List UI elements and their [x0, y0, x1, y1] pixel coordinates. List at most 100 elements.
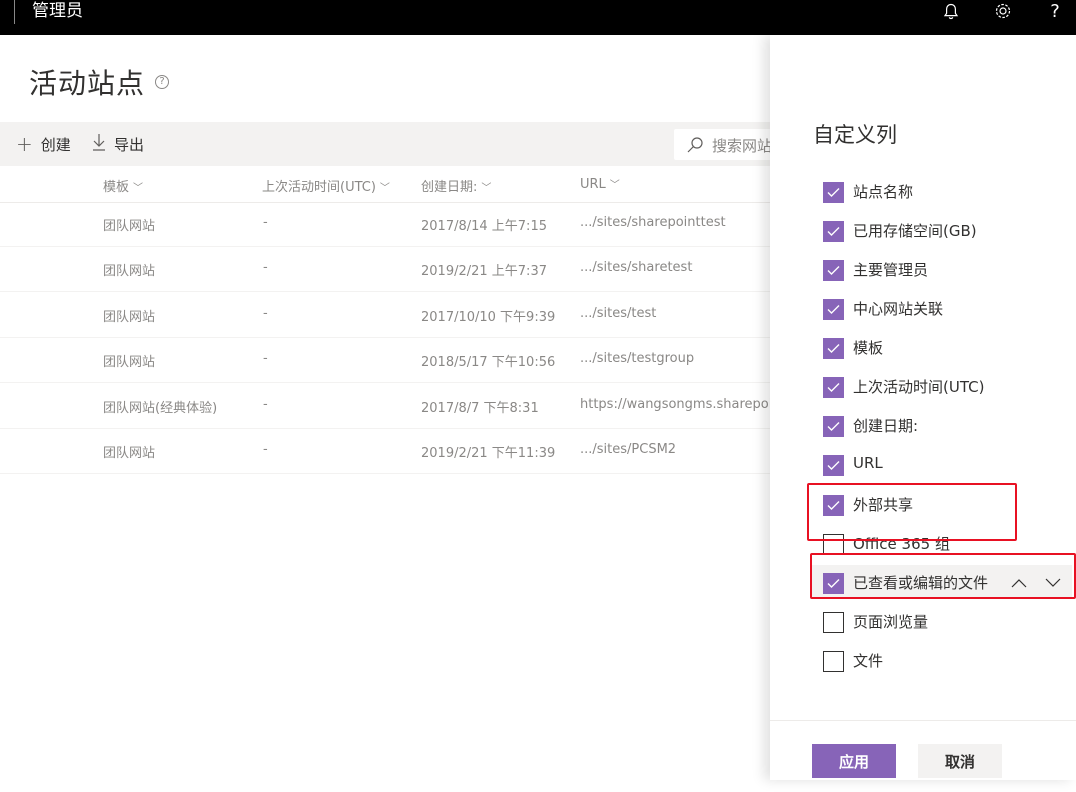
checkbox-checked[interactable]	[823, 221, 844, 242]
column-option[interactable]: 上次活动时间(UTC)	[810, 369, 1070, 403]
app-title: 管理员	[32, 1, 83, 21]
checkmark-icon	[827, 383, 840, 392]
column-option-label: 主要管理员	[853, 261, 929, 279]
column-option[interactable]: 模板	[810, 330, 1070, 364]
download-icon	[92, 132, 106, 156]
checkmark-icon	[827, 344, 840, 353]
export-button[interactable]: 导出	[92, 122, 144, 166]
create-button[interactable]: + 创建	[16, 122, 71, 166]
checkbox-checked[interactable]	[823, 416, 844, 437]
column-option-label: 外部共享	[853, 496, 914, 514]
checkbox-checked[interactable]	[823, 260, 844, 281]
chevron-down-icon: ﹀	[133, 183, 144, 194]
column-option-label: 已查看或编辑的文件	[853, 574, 989, 592]
column-header-template[interactable]: 模板 ﹀	[103, 176, 143, 195]
cell-url: .../sites/test	[580, 306, 657, 321]
search-placeholder: 搜索网站	[712, 137, 773, 155]
checkbox-checked[interactable]	[823, 338, 844, 359]
checkbox-checked[interactable]	[823, 573, 844, 594]
checkbox-unchecked[interactable]	[823, 612, 844, 633]
column-option[interactable]: 外部共享	[810, 487, 1070, 521]
cell-created: 2019/2/21 下午11:39	[421, 446, 556, 461]
checkbox-checked[interactable]	[823, 455, 844, 476]
column-option-label: 页面浏览量	[853, 613, 929, 631]
checkmark-icon	[827, 188, 840, 197]
column-option[interactable]: 页面浏览量	[810, 604, 1070, 638]
command-bar: + 创建 导出	[0, 122, 770, 166]
cell-created: 2017/8/14 上午7:15	[421, 219, 547, 234]
checkbox-checked[interactable]	[823, 182, 844, 203]
checkbox-checked[interactable]	[823, 299, 844, 320]
move-down-icon[interactable]	[1042, 572, 1064, 594]
column-option[interactable]: Office 365 组	[810, 526, 1070, 560]
column-option[interactable]: 已用存储空间(GB)	[810, 213, 1070, 247]
table-row[interactable]: 团队网站 - 2017/8/14 上午7:15 .../sites/sharep…	[0, 202, 770, 247]
cell-template: 团队网站(经典体验)	[103, 401, 218, 416]
cell-last-activity: -	[263, 397, 268, 412]
column-option-label: 上次活动时间(UTC)	[853, 378, 985, 396]
column-option[interactable]: 中心网站关联	[810, 291, 1070, 325]
column-option-label: 中心网站关联	[853, 300, 944, 318]
cell-url: .../sites/sharetest	[580, 260, 693, 275]
gear-icon[interactable]	[988, 0, 1018, 22]
checkmark-icon	[827, 266, 840, 275]
table-row[interactable]: 团队网站(经典体验) - 2017/8/7 下午8:31 https://wan…	[0, 384, 770, 429]
checkbox-unchecked[interactable]	[823, 651, 844, 672]
column-header-created[interactable]: 创建日期: ﹀	[421, 176, 491, 195]
table-row[interactable]: 团队网站 - 2019/2/21 上午7:37 .../sites/sharet…	[0, 247, 770, 292]
table-row[interactable]: 团队网站 - 2019/2/21 下午11:39 .../sites/PCSM2	[0, 429, 770, 474]
cell-template: 团队网站	[103, 310, 156, 325]
cell-created: 2017/8/7 下午8:31	[421, 401, 539, 416]
search-icon	[686, 136, 704, 158]
checkmark-icon	[827, 501, 840, 510]
cell-last-activity: -	[263, 442, 268, 457]
topbar-divider	[14, 0, 15, 24]
column-option-label: 模板	[853, 339, 884, 357]
column-option[interactable]: URL	[810, 447, 1070, 481]
page-title: 活动站点	[29, 67, 146, 100]
bell-icon[interactable]	[936, 0, 966, 22]
checkbox-unchecked[interactable]	[823, 534, 844, 555]
checkbox-checked[interactable]	[823, 495, 844, 516]
cell-url: .../sites/PCSM2	[580, 442, 677, 457]
checkbox-checked[interactable]	[823, 377, 844, 398]
checkmark-icon	[827, 227, 840, 236]
cell-template: 团队网站	[103, 219, 156, 234]
cell-url: .../sites/sharepointtest	[580, 215, 726, 230]
column-option[interactable]: 文件	[810, 643, 1070, 677]
help-icon[interactable]: ?	[1040, 0, 1070, 22]
customize-columns-panel: 自定义列 站点名称 已用存储空间(GB) 主要管理员 中心网站关联 模板 上次活动时间(U…	[770, 35, 1076, 780]
checkmark-icon	[827, 305, 840, 314]
column-option[interactable]: 已查看或编辑的文件	[810, 565, 1072, 599]
info-icon[interactable]: ?	[155, 75, 169, 89]
column-option-label: 站点名称	[853, 183, 914, 201]
cell-url: https://wangsongms.sharepoint.com	[580, 397, 770, 412]
cell-created: 2018/5/17 下午10:56	[421, 355, 556, 370]
plus-icon: +	[16, 132, 33, 156]
column-header-url[interactable]: URL ﹀	[580, 176, 620, 192]
table-row[interactable]: 团队网站 - 2017/10/10 下午9:39 .../sites/test	[0, 293, 770, 338]
chevron-down-icon: ﹀	[379, 183, 390, 194]
cell-template: 团队网站	[103, 264, 156, 279]
cell-last-activity: -	[263, 351, 268, 366]
cell-last-activity: -	[263, 260, 268, 275]
checkmark-icon	[827, 461, 840, 470]
chevron-down-icon: ﹀	[609, 180, 620, 191]
chevron-down-icon: ﹀	[481, 183, 492, 194]
cancel-button[interactable]: 取消	[918, 744, 1002, 778]
create-label: 创建	[40, 135, 71, 154]
cell-created: 2017/10/10 下午9:39	[421, 310, 556, 325]
panel-divider	[770, 720, 1076, 721]
column-option[interactable]: 主要管理员	[810, 252, 1070, 286]
column-option-label: URL	[853, 454, 883, 472]
column-option[interactable]: 站点名称	[810, 174, 1070, 208]
table-row[interactable]: 团队网站 - 2018/5/17 下午10:56 .../sites/testg…	[0, 338, 770, 383]
apply-button[interactable]: 应用	[812, 744, 896, 778]
cell-template: 团队网站	[103, 355, 156, 370]
column-option[interactable]: 创建日期:	[810, 408, 1070, 442]
cell-last-activity: -	[263, 215, 268, 230]
checkmark-icon	[827, 579, 840, 588]
column-header-last-activity[interactable]: 上次活动时间(UTC) ﹀	[262, 176, 390, 195]
move-up-icon[interactable]	[1008, 572, 1030, 594]
top-bar: 管理员 ?	[0, 0, 1076, 35]
